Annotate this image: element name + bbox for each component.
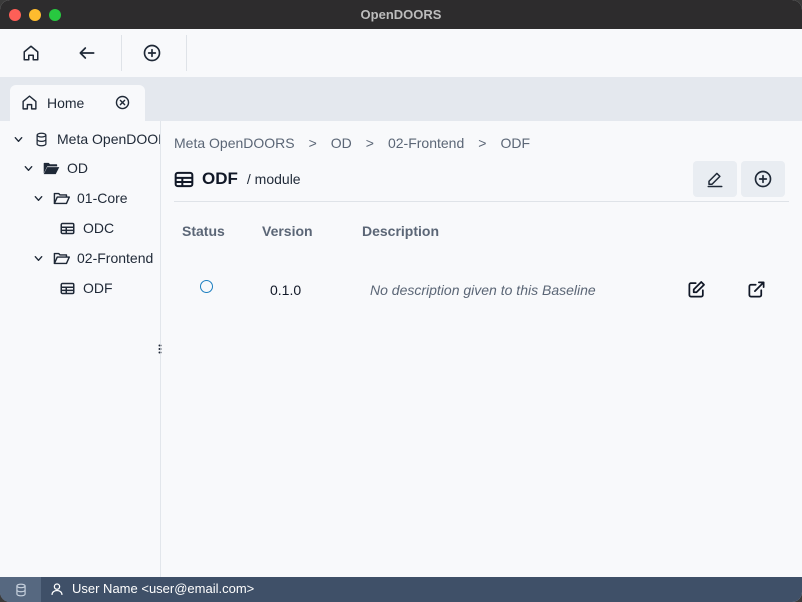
folder-open-icon: [51, 251, 71, 266]
column-header-description: Description: [362, 223, 440, 239]
breadcrumb-item[interactable]: Meta OpenDOORS: [174, 135, 295, 151]
user-info[interactable]: User Name <user@email.com>: [50, 581, 254, 596]
tree-item-label: OD: [67, 160, 88, 176]
table-icon: [57, 222, 77, 235]
version-cell: 0.1.0: [270, 282, 302, 298]
arrow-left-icon: [79, 47, 95, 59]
tab-strip: Home: [0, 77, 802, 121]
chevron-down-icon[interactable]: [21, 163, 35, 174]
tab-home[interactable]: Home: [10, 85, 145, 121]
folder-open-icon: [41, 161, 61, 176]
breadcrumb-item[interactable]: OD: [331, 135, 352, 151]
external-link-icon: [748, 281, 764, 297]
tree-item-core[interactable]: 01-Core: [31, 187, 128, 209]
home-icon: [22, 95, 37, 110]
column-header-version: Version: [262, 223, 313, 239]
chevron-down-icon[interactable]: [31, 253, 45, 264]
close-tab-icon[interactable]: [114, 94, 131, 111]
edit-square-icon: [688, 280, 705, 297]
table-icon: [174, 171, 194, 187]
tree-item-label: 02-Frontend: [77, 250, 154, 266]
status-indicator: [200, 280, 213, 293]
tree-item-label: Meta OpenDOORS: [57, 131, 160, 147]
toolbar-divider: [121, 35, 122, 71]
tab-label: Home: [47, 95, 85, 111]
tree-item-odc[interactable]: ODC: [51, 217, 114, 239]
plus-circle-icon: [143, 44, 161, 62]
back-button[interactable]: [59, 29, 115, 77]
page-title: ODF: [202, 169, 238, 188]
breadcrumb-separator: >: [478, 135, 487, 151]
tree-item-label: ODC: [83, 220, 115, 236]
add-button[interactable]: [124, 29, 180, 77]
breadcrumb: Meta OpenDOORS > OD > 02-Frontend > ODF: [174, 135, 530, 151]
chevron-down-icon[interactable]: [31, 193, 45, 204]
breadcrumb-separator: >: [308, 135, 317, 151]
breadcrumb-separator: >: [365, 135, 374, 151]
window-title: OpenDOORS: [360, 7, 442, 22]
plus-circle-icon: [754, 170, 772, 188]
toolbar: [0, 29, 802, 77]
status-bar: User Name <user@email.com>: [0, 577, 802, 602]
home-icon: [23, 45, 39, 61]
add-baseline-button[interactable]: [741, 161, 785, 197]
edit-module-button[interactable]: [693, 161, 737, 197]
tree-item-od[interactable]: OD: [21, 157, 88, 179]
user-label: User Name <user@email.com>: [72, 581, 255, 596]
app-window: OpenDOORS Home Meta OpenDOORS: [0, 0, 802, 602]
description-cell: No description given to this Baseline: [370, 282, 596, 298]
database-status-button[interactable]: [0, 577, 41, 602]
tree-item-label: 01-Core: [77, 190, 128, 206]
edit-baseline-button[interactable]: [682, 275, 710, 303]
table-row[interactable]: 0.1.0 No description given to this Basel…: [174, 271, 789, 307]
header-divider: [174, 201, 789, 202]
user-icon: [51, 582, 63, 595]
toolbar-divider: [186, 35, 187, 71]
main-content: Meta OpenDOORS > OD > 02-Frontend > ODF …: [162, 121, 802, 577]
database-icon: [31, 132, 51, 147]
breadcrumb-item[interactable]: ODF: [500, 135, 530, 151]
open-baseline-button[interactable]: [742, 275, 770, 303]
tree-item-frontend[interactable]: 02-Frontend: [31, 247, 153, 269]
pencil-icon: [707, 172, 723, 188]
page-header: ODF / module: [174, 169, 301, 189]
tree-item-root[interactable]: Meta OpenDOORS: [11, 128, 160, 150]
tree-item-label: ODF: [83, 280, 113, 296]
table-icon: [57, 282, 77, 295]
page-subtitle: / module: [246, 171, 301, 187]
title-bar: OpenDOORS: [0, 0, 802, 29]
home-button[interactable]: [3, 29, 59, 77]
chevron-down-icon[interactable]: [11, 134, 25, 145]
tree-item-odf[interactable]: ODF: [51, 277, 113, 299]
column-header-status: Status: [182, 223, 225, 239]
folder-open-icon: [51, 191, 71, 206]
breadcrumb-item[interactable]: 02-Frontend: [388, 135, 464, 151]
sidebar-tree: Meta OpenDOORS OD 01-Core ODC 02-Fronten…: [0, 121, 161, 577]
database-icon: [15, 583, 26, 596]
